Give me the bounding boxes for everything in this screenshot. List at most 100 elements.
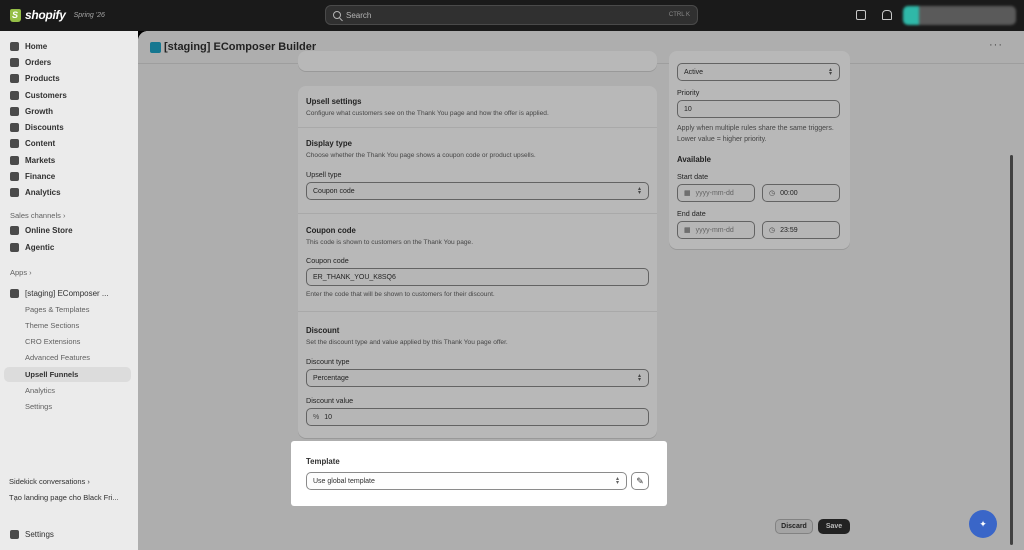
start-time-input[interactable]: ◷ 00:00: [762, 184, 840, 202]
bell-icon[interactable]: [881, 10, 892, 20]
sidebar-item-settings[interactable]: Settings: [4, 527, 131, 542]
sales-channels-heading[interactable]: Sales channels ›: [10, 211, 65, 220]
shopify-logo[interactable]: shopify Spring '26: [10, 8, 105, 22]
store-icon: [10, 226, 19, 235]
divider: [298, 127, 657, 128]
sidebar-item-home[interactable]: Home: [4, 39, 131, 54]
sidebar-item-label: Content: [25, 139, 56, 148]
priority-input[interactable]: 10: [677, 100, 840, 118]
growth-icon: [10, 107, 19, 116]
sidebar-item-label: Orders: [25, 58, 52, 67]
sidebar-item-customers[interactable]: Customers: [4, 88, 131, 103]
discount-value: 10: [324, 413, 333, 421]
calendar-icon: ▦: [684, 227, 691, 234]
edition-label: Spring '26: [73, 11, 105, 19]
discount-icon: [10, 123, 19, 132]
sidebar-sub-cro-extensions[interactable]: CRO Extensions: [25, 337, 80, 346]
priority-label: Priority: [677, 88, 700, 97]
sidebar-item-label: Agentic: [25, 243, 55, 252]
coupon-code-help: Enter the code that will be shown to cus…: [306, 291, 495, 298]
start-date-input[interactable]: ▦ yyyy-mm-dd: [677, 184, 755, 202]
globe-icon: [10, 156, 19, 165]
sidebar-item-products[interactable]: Products: [4, 71, 131, 86]
sidebar-sub-pages-templates[interactable]: Pages & Templates: [25, 305, 89, 314]
gear-icon: [10, 530, 19, 539]
percent-prefix: %: [313, 413, 320, 421]
scrollbar[interactable]: [1010, 155, 1013, 545]
sidebar-item-finance[interactable]: Finance: [4, 169, 131, 184]
app-icon: [10, 289, 19, 298]
edit-template-button[interactable]: ✎: [631, 472, 649, 490]
sidebar-item-growth[interactable]: Growth: [4, 104, 131, 119]
more-actions-icon[interactable]: ···: [989, 39, 1003, 51]
discount-value-label: Discount value: [306, 396, 354, 405]
upsell-type-select[interactable]: Coupon code ▴ ▾: [306, 182, 649, 200]
end-date-input[interactable]: ▦ yyyy-mm-dd: [677, 221, 755, 239]
sidebar-item-label: Online Store: [25, 226, 73, 235]
sidebar-sub-settings[interactable]: Settings: [25, 402, 52, 411]
sidebar-sub-analytics[interactable]: Analytics: [25, 386, 55, 395]
shopify-bag-icon: [10, 8, 21, 22]
discount-value-input[interactable]: % 10: [306, 408, 649, 426]
sidebar-item-content[interactable]: Content: [4, 136, 131, 151]
sidekick-conversation[interactable]: Tạo landing page cho Black Fri...: [9, 493, 119, 502]
sidebar-item-analytics[interactable]: Analytics: [4, 185, 131, 200]
agent-icon: [10, 243, 19, 252]
page-title: [staging] EComposer Builder: [164, 41, 317, 53]
upsell-settings-desc: Configure what customers see on the Than…: [306, 110, 549, 117]
sidebar-item-label: Products: [25, 74, 60, 83]
discount-type-label: Discount type: [306, 357, 350, 366]
sidebar-sub-advanced-features[interactable]: Advanced Features: [25, 353, 90, 362]
home-icon: [10, 42, 19, 51]
template-title: Template: [306, 457, 340, 466]
sidebar-item-orders[interactable]: Orders: [4, 55, 131, 70]
sidekick-fab[interactable]: ✦: [969, 510, 997, 538]
sparkle-icon: ✦: [979, 518, 987, 529]
sidebar-item-label: Markets: [25, 156, 56, 165]
sidekick-heading[interactable]: Sidekick conversations ›: [9, 477, 90, 486]
upsell-settings-card: Upsell settings Configure what customers…: [298, 86, 657, 438]
sidebar-item-markets[interactable]: Markets: [4, 153, 131, 168]
orders-icon: [10, 58, 19, 67]
select-chevron-icon: ▴ ▾: [828, 67, 832, 77]
sidebar-item-online-store[interactable]: Online Store: [4, 223, 131, 238]
upsell-type-value: Coupon code: [313, 187, 355, 195]
coupon-code-input[interactable]: ER_THANK_YOU_K8SQ6: [306, 268, 649, 286]
sidebar-sub-theme-sections[interactable]: Theme Sections: [25, 321, 79, 330]
coupon-code-title: Coupon code: [306, 226, 356, 235]
end-time-input[interactable]: ◷ 23:59: [762, 221, 840, 239]
discount-desc: Set the discount type and value applied …: [306, 339, 508, 346]
save-button[interactable]: Save: [818, 519, 850, 534]
search-shortcut: CTRL K: [668, 12, 690, 18]
schedule-card: Active ▴ ▾ Priority 10 Apply when multipl…: [669, 51, 850, 249]
end-date-placeholder: yyyy-mm-dd: [695, 226, 734, 234]
search-placeholder: Search: [346, 10, 372, 20]
top-bar: shopify Spring '26 Search CTRL K: [0, 0, 1024, 31]
available-title: Available: [677, 155, 711, 164]
status-select[interactable]: Active ▴ ▾: [677, 63, 840, 81]
template-select-value: Use global template: [313, 477, 375, 485]
sidebar-item-agentic[interactable]: Agentic: [4, 240, 131, 255]
store-icon[interactable]: [856, 10, 866, 20]
upsell-settings-title: Upsell settings: [306, 97, 362, 106]
discard-button[interactable]: Discard: [775, 519, 813, 534]
apps-heading[interactable]: Apps ›: [10, 268, 32, 277]
priority-value: 10: [684, 105, 692, 113]
sidebar-item-label: [staging] EComposer ...: [25, 289, 109, 298]
search-bar[interactable]: Search CTRL K: [325, 5, 698, 25]
sidebar-sub-upsell-funnels[interactable]: Upsell Funnels: [4, 367, 131, 382]
sidebar-item-label: Home: [25, 42, 48, 51]
sidebar-item-label: Finance: [25, 172, 56, 181]
sidebar-item-discounts[interactable]: Discounts: [4, 120, 131, 135]
clock-icon: ◷: [769, 190, 776, 197]
status-value: Active: [684, 68, 704, 76]
sidebar-item-label: Growth: [25, 107, 53, 116]
sidebar-item-app[interactable]: [staging] EComposer ...: [4, 286, 131, 301]
discount-type-select[interactable]: Percentage ▴ ▾: [306, 369, 649, 387]
pencil-icon: ✎: [636, 475, 644, 486]
coupon-code-label: Coupon code: [306, 256, 349, 265]
tag-icon: [10, 74, 19, 83]
previous-card: [298, 51, 657, 71]
account-menu[interactable]: [903, 6, 1016, 25]
template-select[interactable]: Use global template ▴ ▾: [306, 472, 627, 490]
